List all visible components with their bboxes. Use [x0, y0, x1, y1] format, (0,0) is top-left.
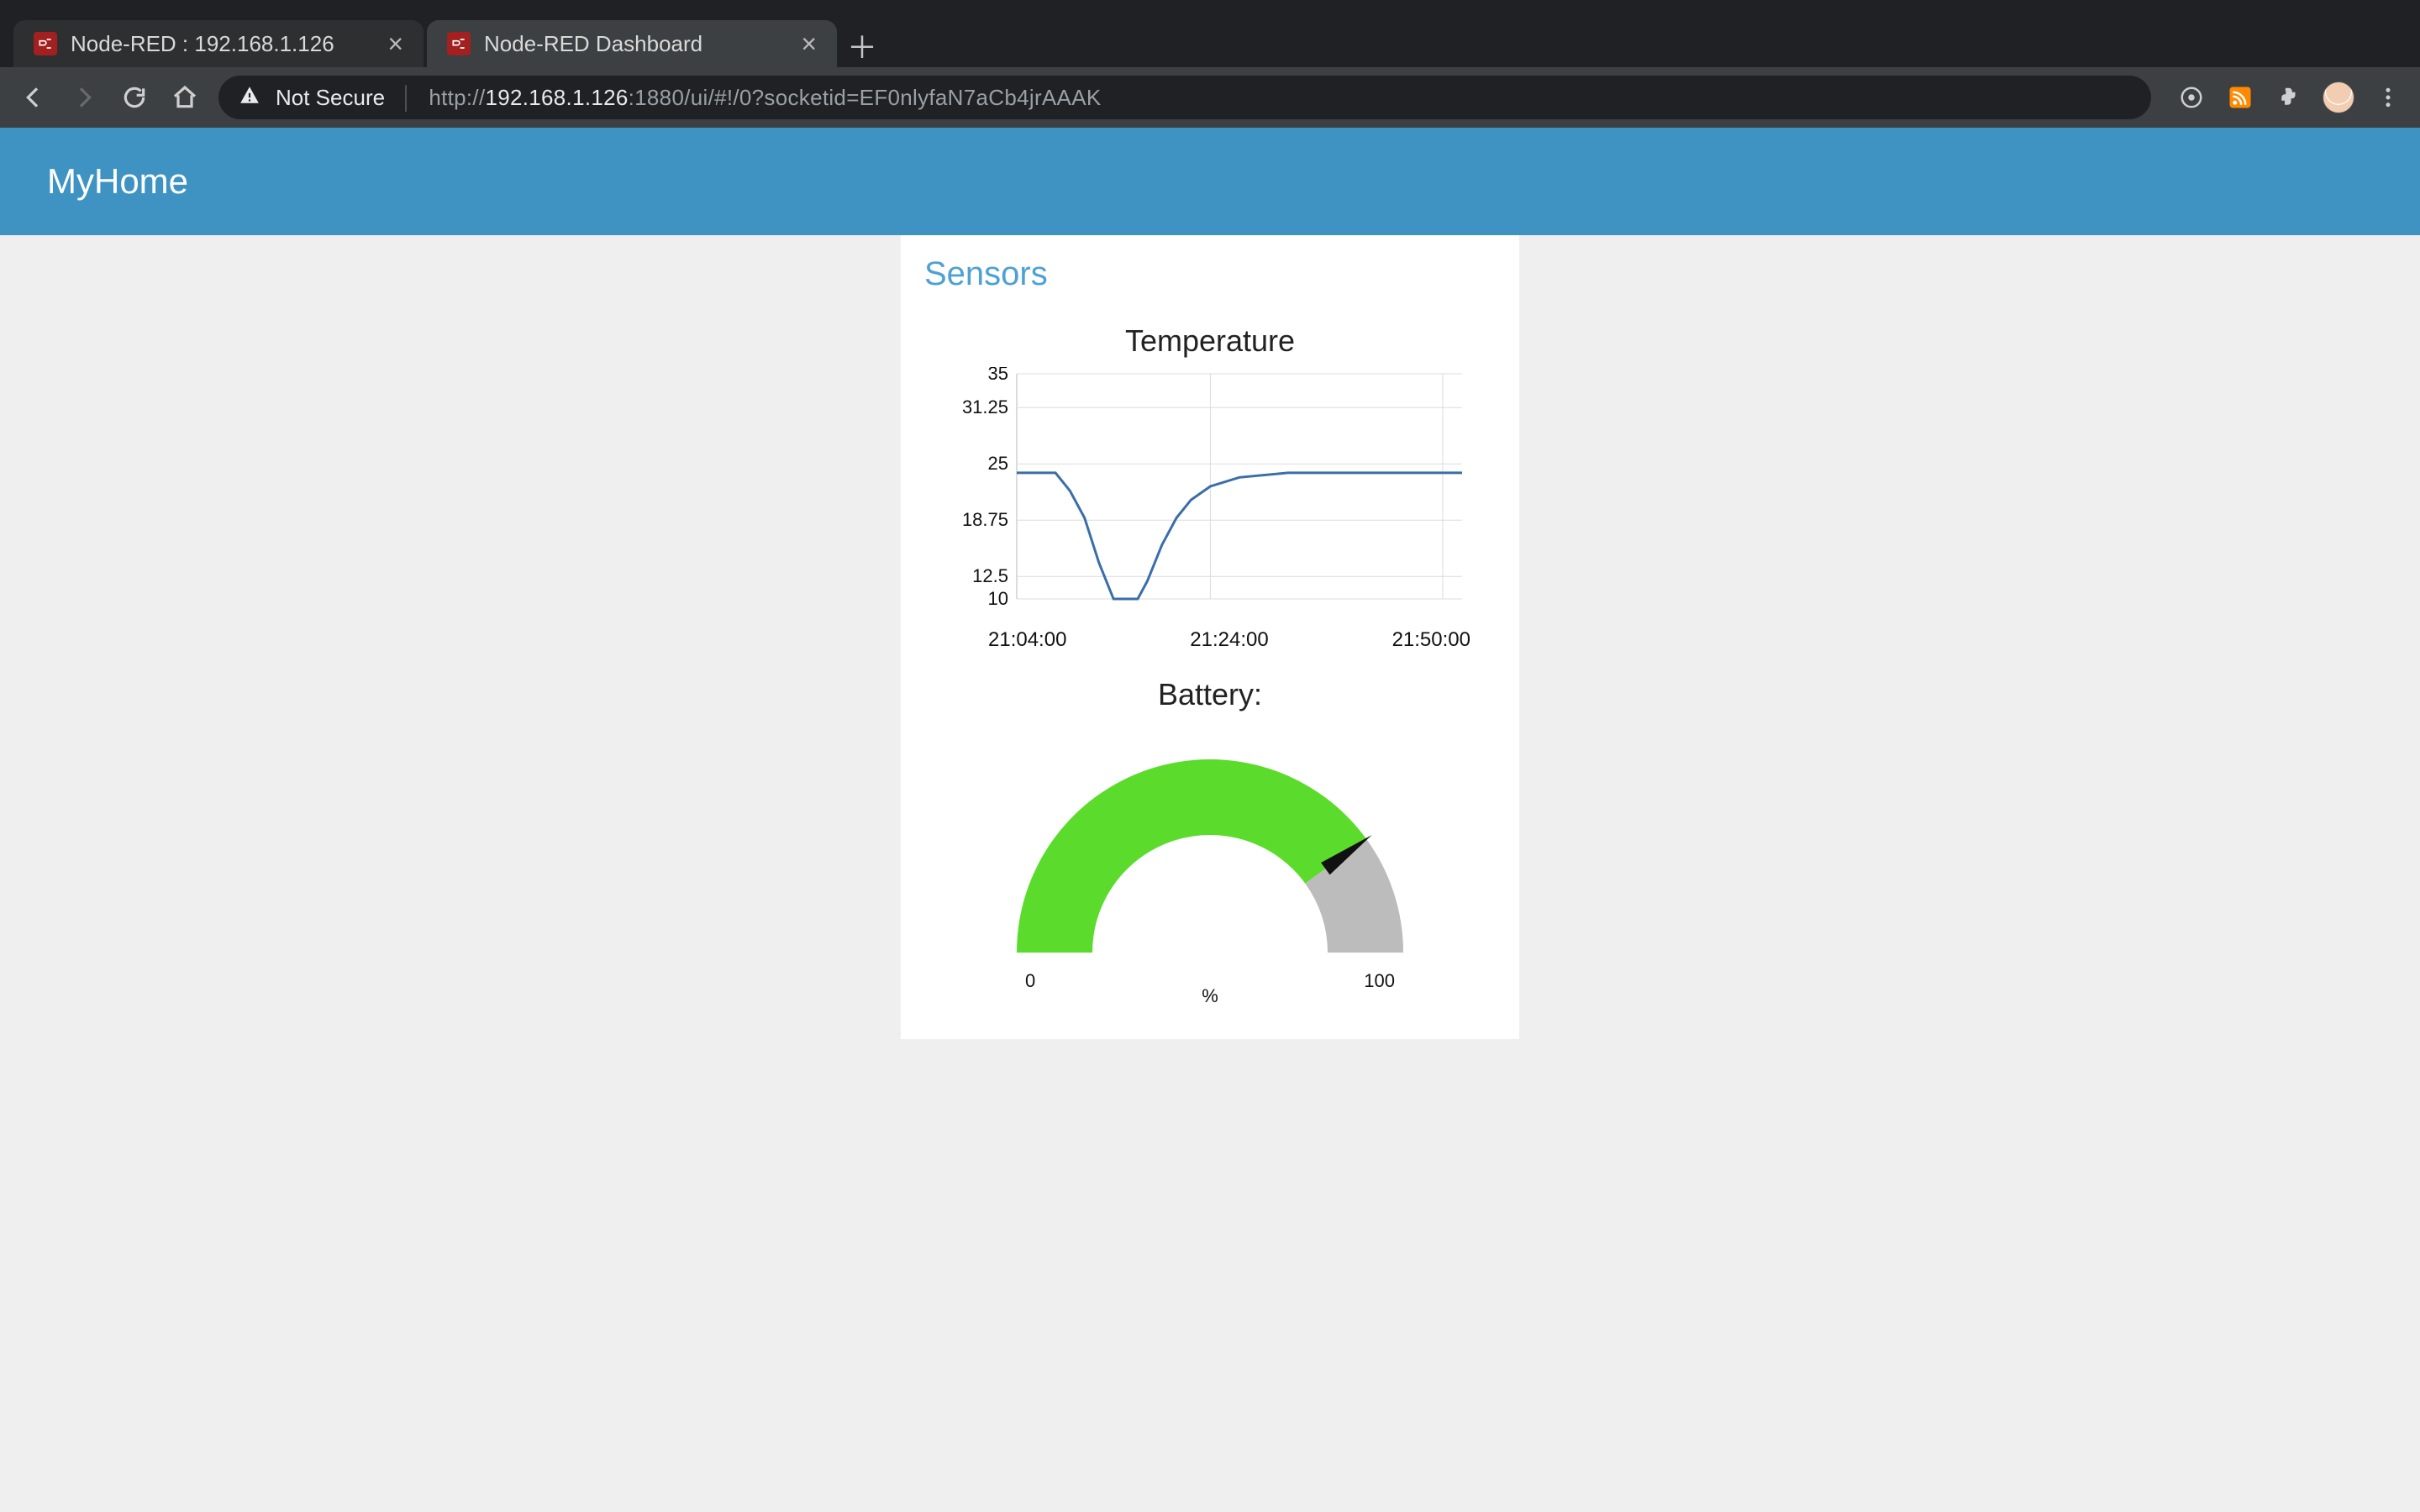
new-tab-button[interactable]: ＋	[840, 24, 884, 67]
url-text: http://192.168.1.126:1880/ui/#!/0?socket…	[429, 85, 2101, 111]
warning-icon	[239, 84, 260, 112]
temperature-chart: 35 31.25 25 18.75 12.510 21:04:00 21:24:00 2…	[950, 367, 1470, 652]
page-viewport: MyHome Sensors Temperature 35 31.25 25 18.7…	[0, 128, 2420, 1512]
x-tick-label: 21:04:00	[988, 628, 1066, 652]
url-scheme: http://	[429, 85, 485, 110]
svg-text:12.5: 12.5	[972, 565, 1008, 586]
omnibox-separator: │	[400, 85, 413, 111]
extensions-icon[interactable]	[2274, 82, 2304, 113]
close-icon[interactable]: ×	[801, 30, 817, 57]
close-icon[interactable]: ×	[387, 30, 403, 57]
battery-gauge-svg	[1000, 743, 1420, 961]
reload-button[interactable]	[118, 81, 151, 114]
battery-gauge: 0 100 %	[1000, 743, 1420, 1014]
temperature-x-ticks: 21:04:00 21:24:00 21:50:00	[950, 628, 1470, 652]
browser-tab-nodered-editor[interactable]: Node-RED : 192.168.1.126 ×	[13, 20, 424, 67]
toolbar-right-icons	[2176, 81, 2403, 113]
forward-button[interactable]	[67, 81, 101, 114]
nodered-favicon	[34, 32, 57, 55]
tab-strip: Node-RED : 192.168.1.126 × Node-RED Dash…	[0, 0, 2420, 67]
x-tick-label: 21:50:00	[1392, 628, 1470, 652]
home-button[interactable]	[168, 81, 202, 114]
browser-toolbar: Not Secure │ http://192.168.1.126:1880/u…	[0, 67, 2420, 128]
kebab-menu-icon[interactable]	[2373, 82, 2403, 113]
battery-gauge-title: Battery:	[924, 677, 1496, 712]
card-title: Sensors	[924, 255, 1496, 293]
url-host: 192.168.1.126	[485, 85, 628, 110]
not-secure-label: Not Secure	[276, 85, 385, 111]
omnibox[interactable]: Not Secure │ http://192.168.1.126:1880/u…	[218, 76, 2151, 119]
rss-extension-icon[interactable]	[2225, 82, 2255, 113]
svg-text:18.75: 18.75	[962, 509, 1008, 530]
app-header: MyHome	[0, 128, 2420, 235]
browser-tab-label: Node-RED : 192.168.1.126	[71, 31, 374, 57]
svg-text:35: 35	[988, 367, 1008, 384]
app-title: MyHome	[47, 161, 188, 202]
svg-text:25: 25	[988, 453, 1008, 474]
temperature-chart-title: Temperature	[924, 323, 1496, 359]
url-path: :1880/ui/#!/0?socketid=EF0nlyfaN7aCb4jrA…	[629, 85, 1102, 110]
back-button[interactable]	[17, 81, 50, 114]
temperature-line-chart-svg: 35 31.25 25 18.75 12.510	[950, 367, 1470, 619]
dashboard-content: Sensors Temperature 35 31.25 25 18.75 12.510…	[0, 235, 2420, 1039]
svg-text:31.25: 31.25	[962, 396, 1008, 417]
svg-text:10: 10	[988, 588, 1008, 609]
profile-avatar[interactable]	[2323, 81, 2354, 113]
x-tick-label: 21:24:00	[1190, 628, 1268, 652]
circle-extension-icon[interactable]	[2176, 82, 2207, 113]
browser-tab-nodered-dashboard[interactable]: Node-RED Dashboard ×	[427, 20, 837, 67]
sensors-card: Sensors Temperature 35 31.25 25 18.75 12.510…	[901, 235, 1519, 1039]
gauge-unit-label: %	[1000, 985, 1420, 1007]
nodered-favicon	[447, 32, 471, 55]
browser-tab-label: Node-RED Dashboard	[484, 31, 787, 57]
